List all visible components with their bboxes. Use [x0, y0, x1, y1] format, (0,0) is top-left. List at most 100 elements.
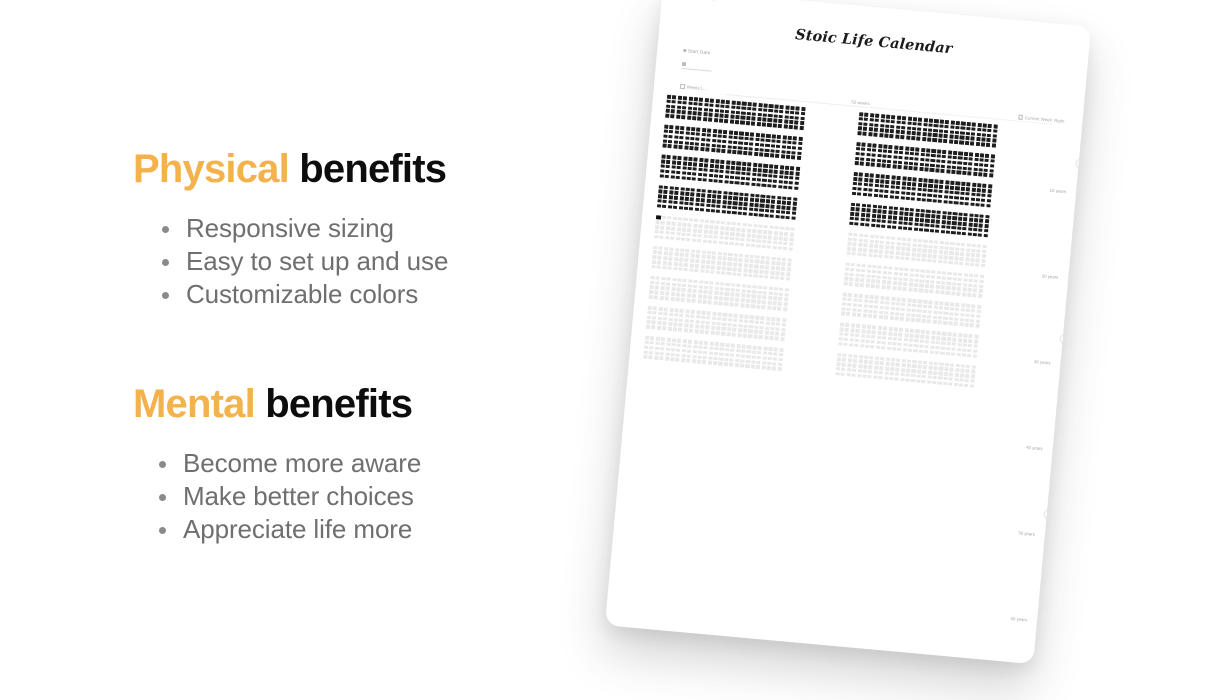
week-cell-filled[interactable] [751, 121, 756, 126]
week-cell-filled[interactable] [900, 130, 906, 135]
week-cell-filled[interactable] [929, 168, 935, 173]
week-cell-filled[interactable] [868, 127, 873, 132]
week-cell-empty[interactable] [959, 257, 964, 261]
week-cell-filled[interactable] [933, 123, 939, 128]
week-cell-filled[interactable] [911, 187, 917, 192]
week-cell-filled[interactable] [985, 214, 990, 219]
week-cell-empty[interactable] [917, 299, 923, 304]
week-cell-filled[interactable] [674, 191, 679, 195]
week-cell-filled[interactable] [780, 154, 785, 159]
week-cell-empty[interactable] [861, 324, 866, 329]
week-cell-empty[interactable] [747, 334, 753, 339]
week-cell-empty[interactable] [892, 285, 897, 290]
week-cell-empty[interactable] [654, 351, 659, 356]
week-cell-empty[interactable] [962, 348, 967, 353]
week-cell-filled[interactable] [681, 115, 686, 120]
week-cell-filled[interactable] [906, 181, 912, 186]
week-cell-empty[interactable] [689, 263, 694, 268]
week-cell-filled[interactable] [875, 174, 880, 179]
week-cell-filled[interactable] [905, 196, 910, 201]
week-cell-empty[interactable] [847, 241, 852, 246]
week-cell-filled[interactable] [876, 219, 881, 223]
week-cell-empty[interactable] [940, 290, 945, 295]
week-cell-filled[interactable] [749, 137, 755, 142]
week-cell-empty[interactable] [942, 381, 948, 386]
week-cell-filled[interactable] [959, 140, 964, 145]
week-cell-empty[interactable] [647, 310, 652, 315]
week-cell-empty[interactable] [776, 317, 781, 322]
week-cell-filled[interactable] [888, 145, 893, 150]
week-cell-filled[interactable] [898, 211, 904, 216]
week-cell-filled[interactable] [909, 156, 914, 161]
week-cell-filled[interactable] [701, 128, 707, 133]
week-cell-filled[interactable] [920, 213, 925, 218]
week-cell-filled[interactable] [890, 185, 895, 190]
week-cell-empty[interactable] [766, 244, 772, 249]
week-cell-filled[interactable] [896, 180, 901, 185]
week-cell-empty[interactable] [959, 312, 965, 317]
week-cell-empty[interactable] [956, 352, 961, 357]
week-cell-empty[interactable] [935, 285, 940, 289]
week-cell-empty[interactable] [662, 260, 667, 265]
week-cell-filled[interactable] [887, 220, 892, 224]
week-cell-filled[interactable] [780, 215, 785, 220]
week-cell-empty[interactable] [764, 330, 769, 335]
week-cell-filled[interactable] [936, 159, 941, 163]
week-cell-filled[interactable] [765, 138, 771, 143]
week-cell-empty[interactable] [965, 373, 970, 378]
week-cell-filled[interactable] [687, 110, 692, 115]
week-cell-empty[interactable] [955, 242, 960, 247]
week-cell-filled[interactable] [877, 204, 883, 209]
week-cell-empty[interactable] [733, 313, 738, 318]
week-cell-empty[interactable] [768, 230, 773, 235]
week-cell-empty[interactable] [925, 335, 930, 340]
week-cell-filled[interactable] [676, 109, 681, 114]
week-cell-empty[interactable] [955, 302, 960, 307]
week-cell-filled[interactable] [771, 139, 776, 144]
week-cell-empty[interactable] [979, 274, 985, 279]
week-cell-empty[interactable] [657, 316, 662, 321]
week-cell-empty[interactable] [921, 318, 926, 323]
week-cell-empty[interactable] [745, 243, 750, 247]
week-cell-empty[interactable] [844, 337, 849, 342]
week-cell-filled[interactable] [700, 198, 706, 203]
week-cell-filled[interactable] [910, 147, 915, 151]
week-cell-empty[interactable] [962, 338, 968, 343]
week-cell-filled[interactable] [871, 218, 876, 223]
week-cell-empty[interactable] [874, 305, 879, 309]
week-cell-empty[interactable] [716, 326, 721, 331]
week-cell-empty[interactable] [685, 309, 690, 314]
week-cell-empty[interactable] [933, 361, 939, 366]
week-cell-empty[interactable] [905, 317, 910, 322]
week-cell-filled[interactable] [768, 103, 774, 108]
week-cell-filled[interactable] [743, 141, 749, 146]
week-cell-filled[interactable] [980, 142, 986, 147]
week-cell-empty[interactable] [960, 308, 965, 312]
week-cell-filled[interactable] [727, 140, 733, 145]
week-cell-empty[interactable] [671, 277, 677, 282]
week-cell-filled[interactable] [922, 192, 927, 197]
week-cell-empty[interactable] [938, 306, 944, 310]
week-cell-empty[interactable] [677, 216, 683, 221]
week-cell-empty[interactable] [773, 347, 779, 352]
week-cell-empty[interactable] [778, 241, 783, 246]
week-cell-empty[interactable] [702, 294, 708, 299]
week-cell-empty[interactable] [910, 378, 916, 383]
week-cell-empty[interactable] [860, 273, 866, 278]
week-cell-empty[interactable] [783, 297, 789, 302]
week-cell-filled[interactable] [790, 166, 795, 171]
week-cell-filled[interactable] [873, 132, 878, 137]
week-cell-filled[interactable] [903, 160, 908, 165]
week-cell-empty[interactable] [867, 314, 873, 318]
week-cell-filled[interactable] [872, 143, 877, 148]
week-cell-filled[interactable] [957, 221, 962, 226]
week-cell-filled[interactable] [930, 163, 935, 168]
week-cell-filled[interactable] [697, 172, 703, 177]
week-cell-empty[interactable] [928, 360, 933, 365]
week-cell-filled[interactable] [716, 148, 721, 153]
week-cell-empty[interactable] [705, 260, 711, 264]
week-cell-empty[interactable] [695, 254, 701, 259]
week-cell-empty[interactable] [925, 269, 931, 274]
week-cell-filled[interactable] [738, 145, 743, 150]
week-cell-empty[interactable] [777, 367, 782, 372]
